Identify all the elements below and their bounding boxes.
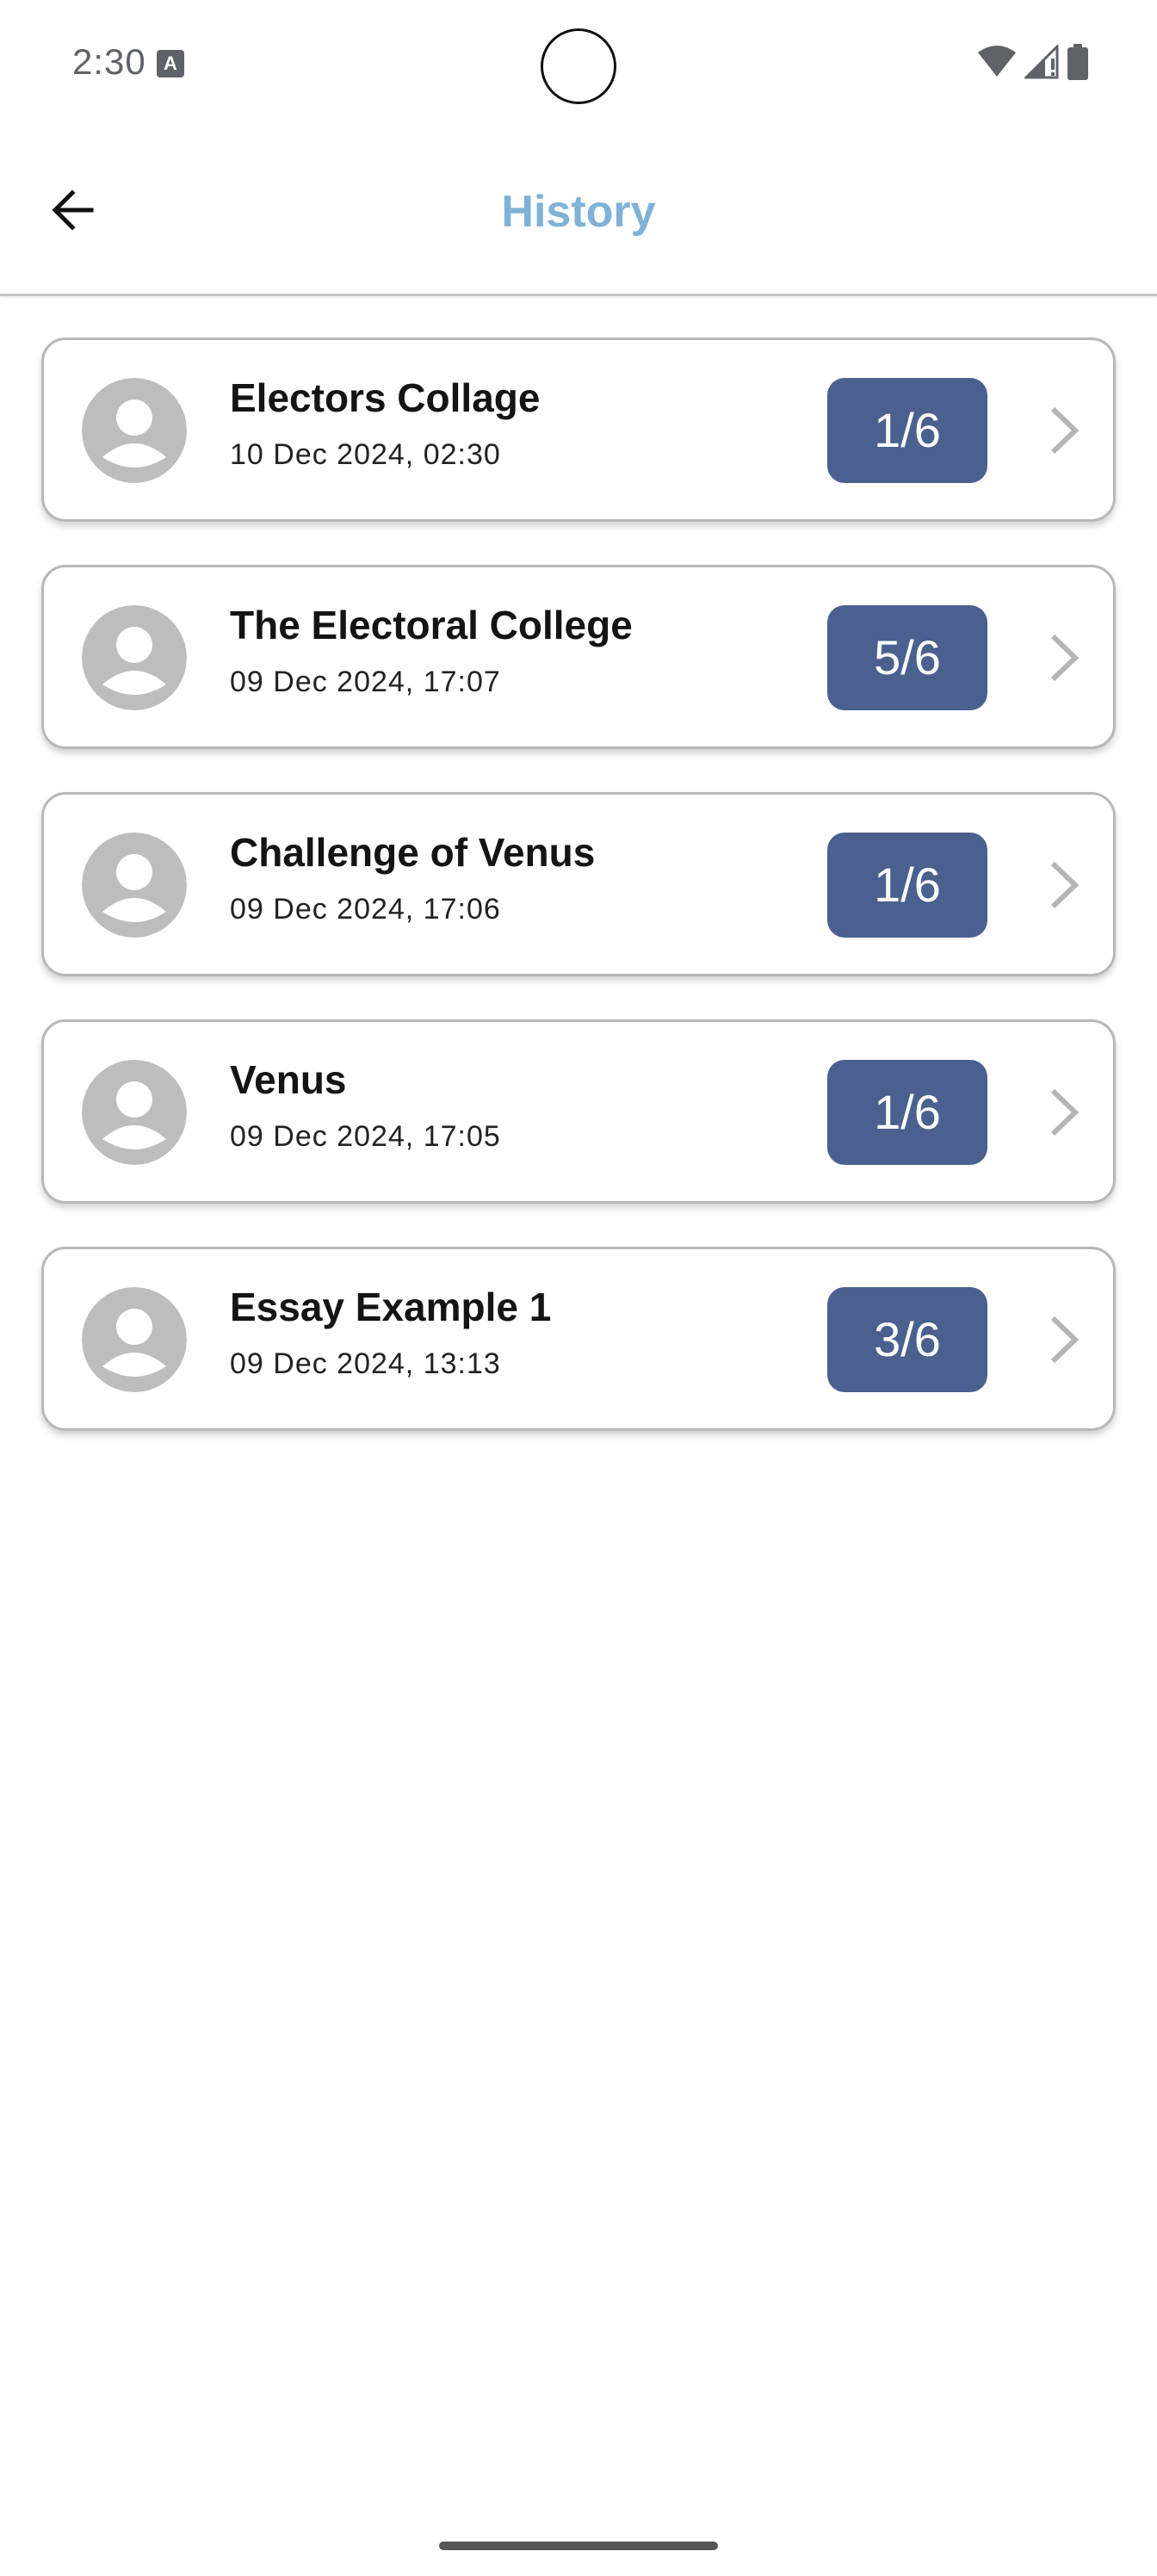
history-item-date: 09 Dec 2024, 17:06 xyxy=(230,893,501,926)
chevron-right-icon xyxy=(1050,861,1080,909)
history-item-date: 09 Dec 2024, 17:07 xyxy=(230,666,501,698)
chevron-right-icon xyxy=(1050,1316,1080,1364)
score-badge: 1/6 xyxy=(827,833,987,938)
history-item[interactable]: Essay Example 1 09 Dec 2024, 13:13 3/6 xyxy=(41,1247,1116,1431)
history-item-title: Challenge of Venus xyxy=(230,830,596,875)
history-item-date: 10 Dec 2024, 02:30 xyxy=(230,438,501,471)
history-item-title: Essay Example 1 xyxy=(230,1285,552,1329)
history-item[interactable]: The Electoral College 09 Dec 2024, 17:07… xyxy=(41,565,1116,749)
score-badge: 1/6 xyxy=(827,1060,987,1165)
score-badge: 5/6 xyxy=(827,605,987,710)
wifi-icon xyxy=(978,46,1016,77)
avatar-icon xyxy=(82,1060,187,1165)
avatar-icon xyxy=(82,1287,187,1392)
chevron-right-icon xyxy=(1050,634,1080,682)
gesture-nav-handle[interactable] xyxy=(439,2542,718,2550)
avatar-icon xyxy=(82,378,187,483)
avatar-icon xyxy=(82,833,187,938)
history-item-title: Electors Collage xyxy=(230,375,541,420)
app-bar: History xyxy=(0,129,1157,296)
score-badge: 3/6 xyxy=(827,1287,987,1392)
history-list: Electors Collage 10 Dec 2024, 02:30 1/6 … xyxy=(41,337,1116,1474)
history-item-title: The Electoral College xyxy=(230,603,633,647)
score-badge: 1/6 xyxy=(827,378,987,483)
history-item[interactable]: Challenge of Venus 09 Dec 2024, 17:06 1/… xyxy=(41,792,1116,976)
history-item-date: 09 Dec 2024, 17:05 xyxy=(230,1120,501,1153)
status-icons xyxy=(978,43,1088,81)
avatar-icon xyxy=(82,605,187,710)
history-item-title: Venus xyxy=(230,1057,347,1102)
history-item-date: 09 Dec 2024, 13:13 xyxy=(230,1347,501,1380)
history-item[interactable]: Electors Collage 10 Dec 2024, 02:30 1/6 xyxy=(41,337,1116,522)
status-bar: 2:30 A xyxy=(0,0,1157,129)
chevron-right-icon xyxy=(1050,1088,1080,1136)
history-item[interactable]: Venus 09 Dec 2024, 17:05 1/6 xyxy=(41,1019,1116,1204)
camera-cutout xyxy=(541,28,616,104)
chevron-right-icon xyxy=(1050,406,1080,455)
screen: 2:30 A History Electors Collage 10 Dec 2… xyxy=(0,0,1157,2576)
notification-a-icon: A xyxy=(157,50,184,77)
signal-icon xyxy=(1024,45,1059,79)
status-time: 2:30 xyxy=(72,41,146,82)
page-title: History xyxy=(501,187,656,237)
battery-icon xyxy=(1067,44,1088,80)
